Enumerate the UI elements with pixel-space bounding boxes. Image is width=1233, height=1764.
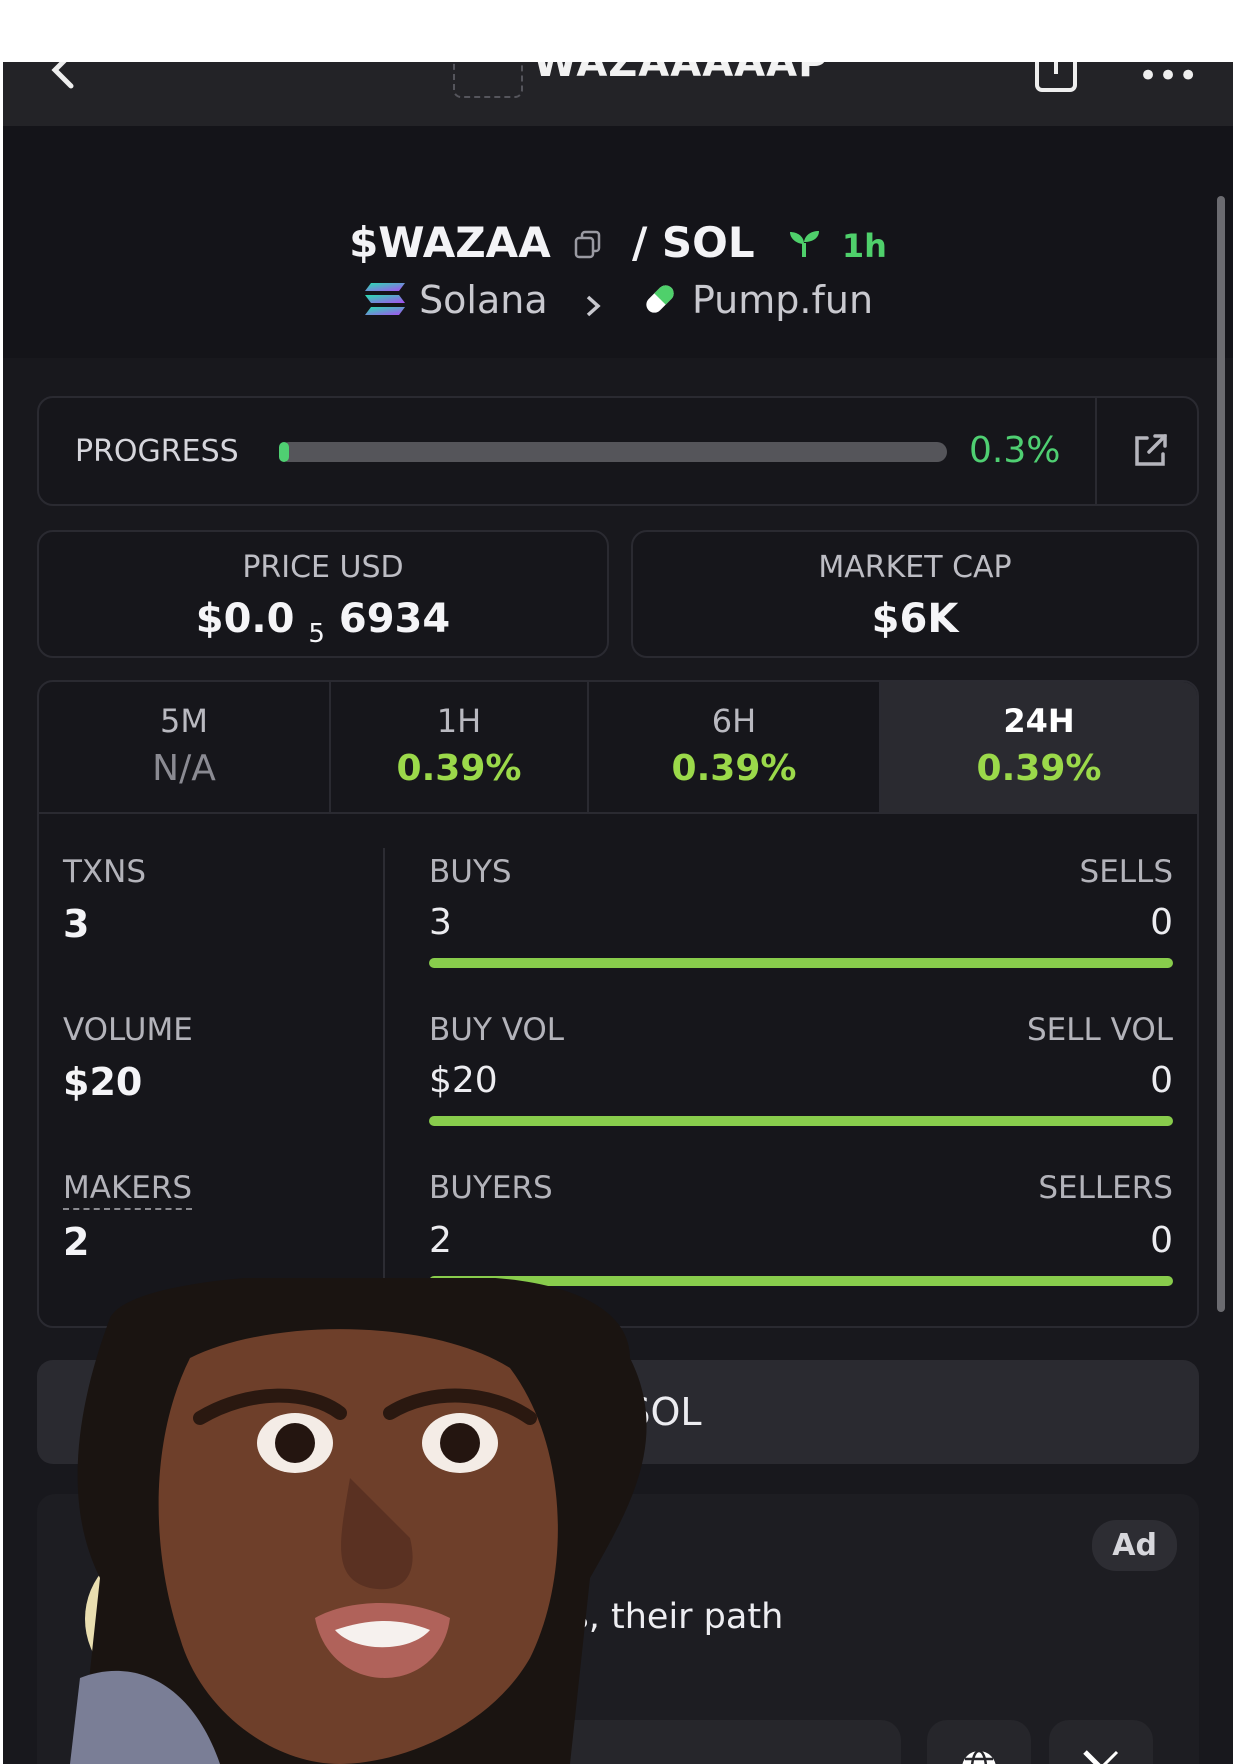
pair-separator: / [631,218,648,267]
base-token-symbol: $WAZAA [349,218,551,267]
txns-label: TXNS [63,854,147,890]
price-usd-value: $0.0 5 6934 [39,596,607,649]
seedling-icon [790,231,820,257]
buys-sells-ratio-bar [429,958,1173,968]
sells-label: SELLS [1079,854,1173,890]
solana-logo-icon [364,283,405,315]
period-label: 5M [160,702,208,740]
metrics-divider [383,848,385,1294]
streamer-webcam-overlay [70,1278,647,1764]
price-zero-count: 5 [308,619,325,649]
progress-value: 0.3% [969,430,1061,471]
makers-value: 2 [63,1220,90,1264]
token-logo-placeholder [453,62,523,98]
dex-name[interactable]: Pump.fun [692,278,873,322]
pair-age: 1h [841,227,887,265]
buy-vol-label: BUY VOL [429,1012,565,1048]
period-label: 24H [1003,702,1075,740]
market-cap-card: MARKET CAP $6K [631,530,1199,658]
progress-divider [1095,398,1097,504]
makers-label-text: MAKERS [63,1170,193,1210]
scrollbar[interactable] [1217,196,1225,1312]
buy-vol-value: $20 [429,1060,498,1101]
pair-title: $WAZAA / SOL 1h [3,218,1233,267]
period-change: 0.39% [671,748,797,789]
sells-value: 0 [1150,902,1173,943]
price-digits: 6934 [338,596,451,642]
top-app-bar: WAZAAAAAP ••• [3,62,1233,126]
stats-card: 5M N/A 1H 0.39% 6H 0.39% 24H 0.39% TXNS … [37,680,1199,1328]
chain-name[interactable]: Solana [419,278,548,322]
tab-6h[interactable]: 6H 0.39% [587,682,879,812]
tab-5m[interactable]: 5M N/A [39,682,329,812]
progress-bar-fill [279,442,290,462]
buyers-label: BUYERS [429,1170,553,1206]
market-cap-label: MARKET CAP [818,550,1012,585]
bonding-progress-card: PROGRESS 0.3% [37,396,1199,506]
periods-divider [39,812,1197,814]
period-change: N/A [152,748,216,789]
back-arrow-icon[interactable] [43,62,83,90]
price-usd-card: PRICE USD $0.0 5 6934 [37,530,609,658]
chain-breadcrumb: Solana Pump.fun [3,278,1233,322]
buys-label: BUYS [429,854,512,890]
globe-icon [962,1749,996,1764]
tab-1h[interactable]: 1H 0.39% [329,682,587,812]
volume-ratio-bar [429,1116,1173,1126]
buyers-value: 2 [429,1220,452,1261]
buys-value: 3 [429,902,452,943]
buy-vol-ratio-fill [429,1116,1173,1126]
volume-value: $20 [63,1060,143,1104]
share-icon[interactable] [1033,62,1079,94]
price-usd-label: PRICE USD [242,550,404,585]
chevron-right-icon [586,295,601,317]
sell-vol-value: 0 [1150,1060,1173,1101]
website-button[interactable] [927,1720,1031,1764]
sellers-value: 0 [1150,1220,1173,1261]
market-cap-value: $6K [871,596,959,642]
buys-ratio-fill [429,958,1173,968]
external-link-icon[interactable] [1131,432,1169,470]
quote-token-symbol: SOL [661,218,755,267]
more-options-icon[interactable]: ••• [1138,62,1198,96]
period-label: 1H [436,702,482,740]
txns-value: 3 [63,902,90,946]
app-title: WAZAAAAAP [533,62,829,86]
copy-icon[interactable] [573,229,603,259]
progress-label: PROGRESS [75,434,239,469]
tab-24h[interactable]: 24H 0.39% [879,682,1197,812]
period-change: 0.39% [396,748,522,789]
sellers-label: SELLERS [1038,1170,1173,1206]
period-label: 6H [711,702,757,740]
price-prefix: $0.0 [195,596,295,642]
pump-fun-pill-icon [646,285,674,313]
x-logo-icon [1083,1750,1119,1764]
period-change: 0.39% [976,748,1102,789]
makers-label[interactable]: MAKERS [63,1170,193,1210]
pair-header: $WAZAA / SOL 1h Solana Pump.fun [3,126,1233,358]
ad-badge: Ad [1092,1520,1177,1571]
sell-vol-label: SELL VOL [1027,1012,1173,1048]
progress-bar [279,442,947,462]
x-social-button[interactable] [1049,1720,1153,1764]
volume-label: VOLUME [63,1012,193,1048]
